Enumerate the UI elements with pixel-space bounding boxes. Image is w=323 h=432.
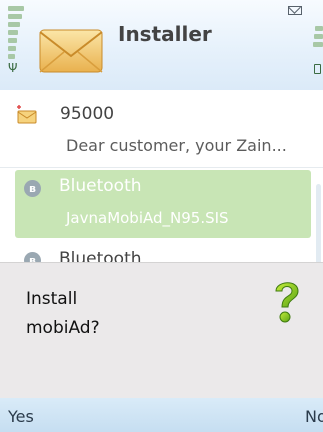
antenna-icon: Ψ: [8, 61, 18, 75]
dialog-line: Install: [26, 289, 78, 309]
dialog-message: Install mobiAd?: [26, 285, 226, 343]
message-preview: JavnaMobiAd_N95.SIS: [66, 209, 229, 227]
header: Ψ Installer: [0, 0, 323, 90]
divider: [0, 167, 323, 168]
confirmation-dialog: Install mobiAd?: [0, 262, 323, 399]
app-title: Installer: [118, 22, 212, 46]
signal-strength-bars: [8, 6, 24, 59]
screen: Ψ Installer 95000 Dear customer, your Za…: [0, 0, 323, 432]
battery-icon: [314, 64, 321, 74]
message-sender: 95000: [60, 104, 115, 124]
no-softkey[interactable]: No: [305, 407, 323, 426]
yes-softkey[interactable]: Yes: [8, 407, 34, 426]
bluetooth-icon: ʙ: [24, 180, 41, 197]
message-preview: Dear customer, your Zain...: [66, 136, 287, 155]
new-message-indicator-icon: [288, 6, 302, 15]
battery-level-bars: [311, 26, 323, 56]
dialog-line: mobiAd?: [26, 318, 100, 338]
message-list: 95000 Dear customer, your Zain... ʙ Blue…: [0, 90, 323, 344]
message-sender: Bluetooth: [59, 176, 142, 196]
envelope-message-icon: [17, 105, 37, 124]
question-mark-icon: [275, 282, 299, 323]
softkey-bar: Yes No: [0, 398, 323, 432]
messaging-app-icon: [39, 29, 103, 73]
